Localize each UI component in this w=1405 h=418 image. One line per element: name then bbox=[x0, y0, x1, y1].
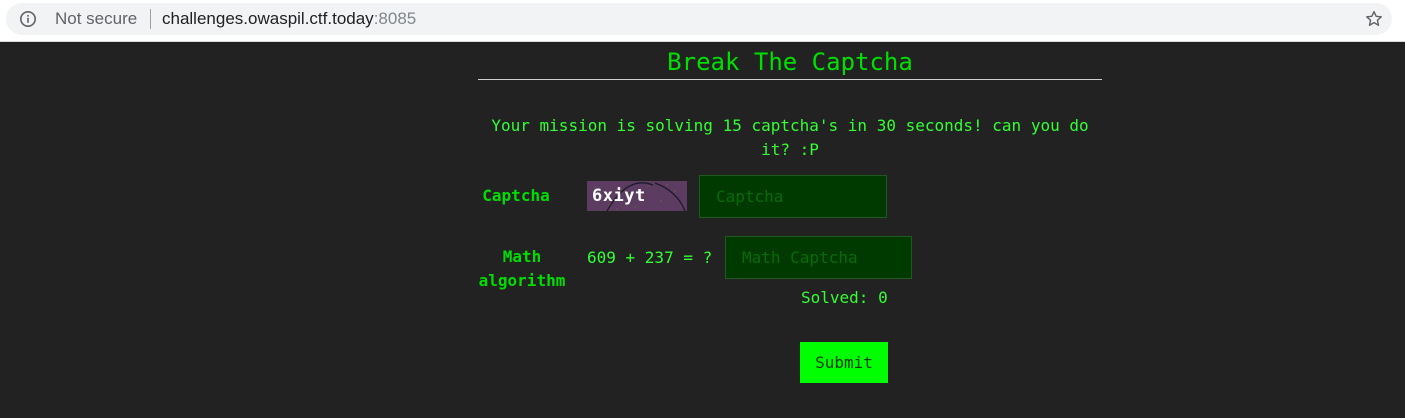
math-question: 609 + 237 = ? bbox=[587, 248, 713, 267]
page-title: Break The Captcha bbox=[667, 48, 913, 76]
info-circle-icon[interactable] bbox=[19, 10, 37, 28]
captcha-image: 6xiyt bbox=[587, 181, 687, 211]
url-host: challenges.owaspil.ctf.today bbox=[162, 9, 374, 28]
title-divider bbox=[478, 79, 1102, 80]
captcha-label: Captcha bbox=[482, 186, 550, 205]
address-bar[interactable]: Not secure challenges.owaspil.ctf.today:… bbox=[6, 3, 1392, 35]
browser-toolbar: Not secure challenges.owaspil.ctf.today:… bbox=[0, 0, 1405, 42]
math-captcha-input[interactable] bbox=[725, 236, 912, 279]
security-status[interactable]: Not secure bbox=[55, 10, 137, 28]
mission-text: Your mission is solving 15 captcha's in … bbox=[491, 116, 1089, 159]
bookmark-star-icon[interactable] bbox=[1364, 9, 1384, 29]
captcha-image-text: 6xiyt bbox=[592, 186, 646, 206]
captcha-input[interactable] bbox=[699, 175, 887, 218]
math-label: Math algorithm bbox=[478, 247, 566, 290]
url-divider bbox=[150, 9, 151, 29]
solved-counter: Solved: 0 bbox=[801, 288, 888, 307]
url-port: :8085 bbox=[373, 9, 417, 28]
url-text[interactable]: challenges.owaspil.ctf.today:8085 bbox=[162, 10, 416, 28]
submit-button[interactable]: Submit bbox=[800, 342, 888, 383]
